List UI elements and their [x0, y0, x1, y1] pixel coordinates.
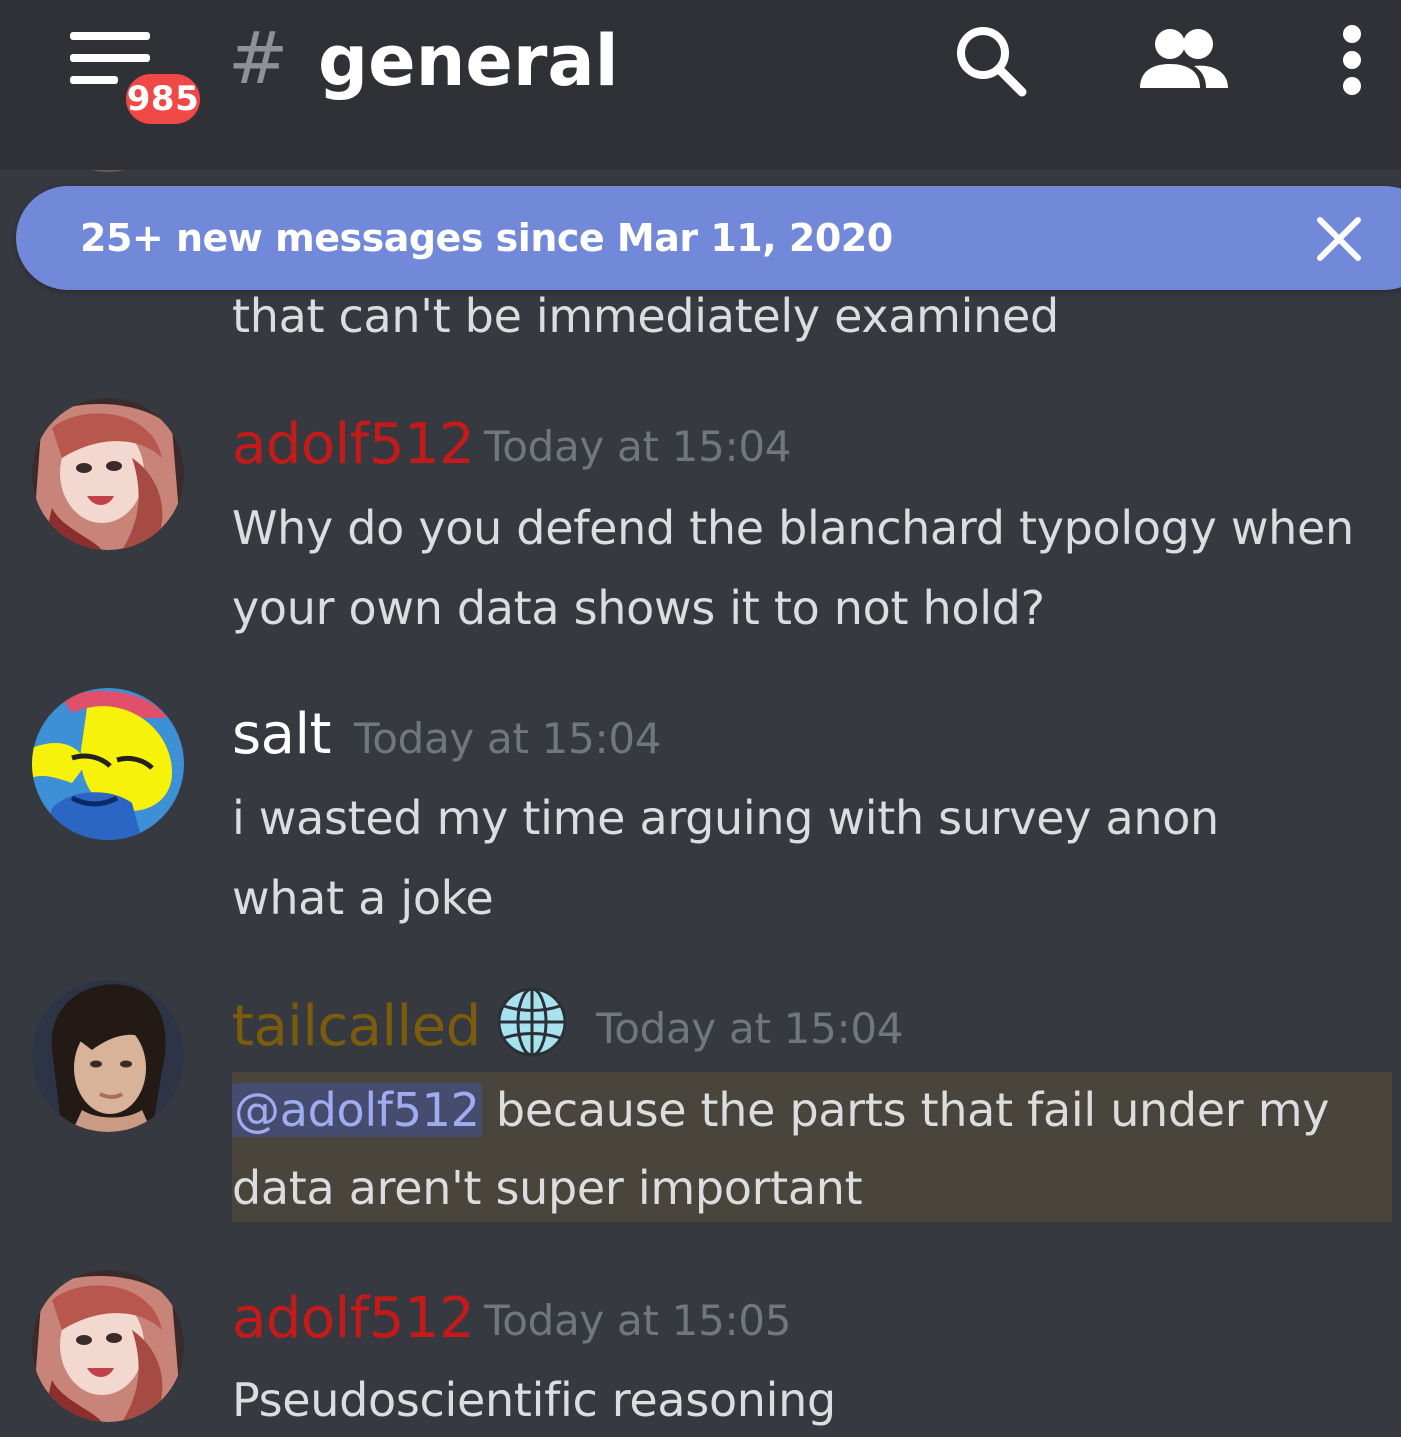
message-timestamp: Today at 15:04: [354, 714, 662, 763]
author-name[interactable]: tailcalled: [232, 992, 481, 1062]
new-messages-text: 25+ new messages since Mar 11, 2020: [80, 216, 893, 260]
globe-icon: [497, 987, 567, 1057]
more-options-icon[interactable]: [1330, 22, 1374, 98]
chat-screen: 985 # general 25+ new messages since Mar…: [0, 0, 1401, 1437]
anime-avatar-image: [32, 398, 184, 550]
cartoon-avatar-image: [32, 688, 184, 840]
message-text: what a joke: [232, 871, 494, 925]
new-messages-banner[interactable]: 25+ new messages since Mar 11, 2020: [16, 186, 1401, 290]
message-text: i wasted my time arguing with survey ano…: [232, 791, 1219, 845]
avatar[interactable]: [32, 398, 184, 550]
channel-header: 985 # general: [0, 0, 1401, 170]
anime-avatar-image: [32, 1270, 184, 1422]
close-icon[interactable]: [1316, 216, 1362, 262]
members-icon[interactable]: [1136, 26, 1232, 92]
message-timestamp: Today at 15:05: [484, 1296, 792, 1345]
message-text: Why do you defend the blanchard typology…: [232, 501, 1354, 555]
avatar[interactable]: [32, 980, 184, 1132]
portrait-avatar-image: [32, 980, 184, 1132]
message-timestamp: Today at 15:04: [596, 1004, 904, 1053]
user-mention[interactable]: @adolf512: [232, 1083, 482, 1137]
avatar[interactable]: [32, 688, 184, 840]
message-text-segment: because the parts that fail under my: [481, 1083, 1330, 1137]
author-name[interactable]: salt: [232, 700, 332, 770]
search-icon[interactable]: [950, 22, 1030, 98]
message-text: Pseudoscientific reasoning: [232, 1373, 836, 1427]
avatar[interactable]: [32, 1270, 184, 1422]
message-text: @adolf512 because the parts that fail un…: [232, 1070, 1329, 1150]
message-text: data aren't super important: [232, 1161, 863, 1215]
unread-badge: 985: [120, 68, 206, 130]
author-name[interactable]: adolf512: [232, 410, 475, 480]
message-timestamp: Today at 15:04: [484, 422, 792, 471]
hash-icon: #: [228, 16, 289, 100]
author-name[interactable]: adolf512: [232, 1284, 475, 1354]
message-text: your own data shows it to not hold?: [232, 581, 1045, 635]
channel-title[interactable]: general: [318, 16, 619, 106]
